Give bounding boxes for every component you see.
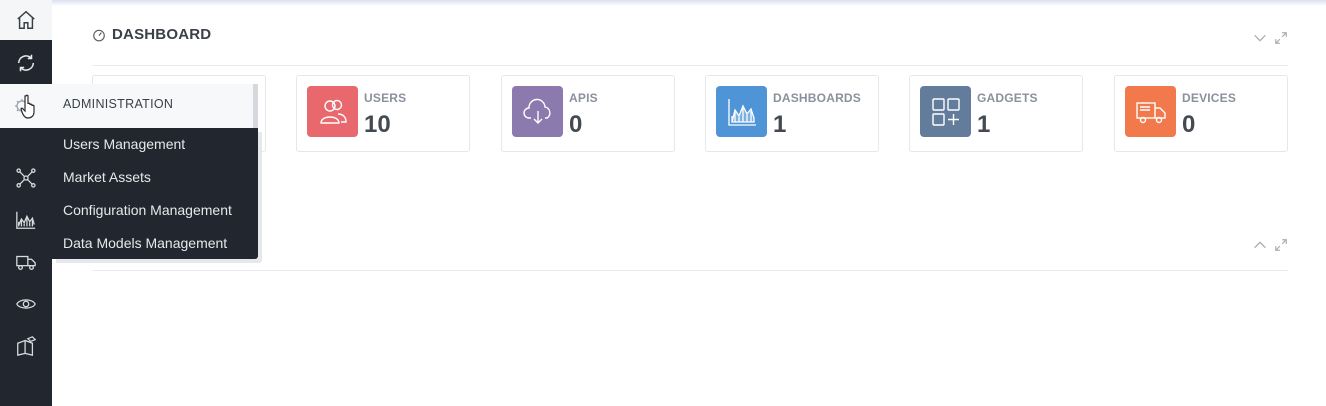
sync-icon: [17, 54, 35, 72]
stat-label: USERS: [364, 91, 407, 105]
stat-value: 1: [977, 111, 991, 138]
stat-value: 10: [364, 111, 391, 138]
top-bar: [52, 0, 1326, 6]
boxes-icon: [17, 336, 37, 356]
eye-icon: [16, 299, 36, 309]
stat-card-gadgets[interactable]: GADGETS 1: [909, 75, 1083, 152]
sidebar-item-home[interactable]: [0, 0, 52, 40]
page-title: DASHBOARD: [92, 26, 211, 43]
stat-card-users[interactable]: USERS 10: [296, 75, 470, 152]
area-chart-icon: [716, 86, 767, 137]
cloud-download-icon: [512, 86, 563, 137]
sidebar-item-sync[interactable]: [0, 43, 52, 83]
page-title-text: DASHBOARD: [112, 26, 212, 43]
menu-item-data-models-management[interactable]: Data Models Management: [63, 235, 227, 251]
stat-label: GADGETS: [977, 91, 1038, 105]
header-tools: [1252, 30, 1288, 46]
administration-menu-header[interactable]: ADMINISTRATION: [0, 84, 258, 128]
truck-icon: [1125, 86, 1176, 137]
dashboard-header: DASHBOARD: [92, 26, 1288, 66]
menu-item-configuration-management[interactable]: Configuration Management: [63, 202, 232, 218]
dashboard-gauge-icon: [93, 29, 105, 41]
home-icon: [17, 10, 35, 29]
administration-menu: Users Management Market Assets Configura…: [52, 128, 258, 259]
expand-icon[interactable]: [1274, 238, 1288, 252]
stat-value: 1: [773, 111, 787, 138]
menu-item-market-assets[interactable]: Market Assets: [63, 169, 151, 185]
sidebar-item-packages[interactable]: [0, 326, 52, 366]
expand-icon[interactable]: [1274, 31, 1288, 45]
settings-pointer-icon: [15, 94, 35, 119]
stat-label: APIS: [569, 91, 598, 105]
grid-plus-icon: [920, 86, 971, 137]
section-header: [92, 233, 1288, 271]
sidebar-item-visualization[interactable]: [0, 284, 52, 324]
menu-item-users-management[interactable]: Users Management: [63, 136, 185, 152]
section-tools: [1252, 237, 1288, 253]
chevron-up-icon[interactable]: [1252, 237, 1268, 253]
stat-value: 0: [1182, 111, 1196, 138]
stat-card-devices[interactable]: DEVICES 0: [1114, 75, 1288, 152]
chevron-down-icon[interactable]: [1252, 30, 1268, 46]
administration-flyout: ADMINISTRATION Users Management Market A…: [0, 84, 263, 264]
administration-menu-title: ADMINISTRATION: [63, 97, 174, 111]
stat-label: DEVICES: [1182, 91, 1237, 105]
stat-value: 0: [569, 111, 583, 138]
stat-label: DASHBOARDS: [773, 91, 862, 105]
users-icon: [307, 86, 358, 137]
stat-card-dashboards[interactable]: DASHBOARDS 1: [705, 75, 879, 152]
stat-card-apis[interactable]: APIS 0: [501, 75, 675, 152]
